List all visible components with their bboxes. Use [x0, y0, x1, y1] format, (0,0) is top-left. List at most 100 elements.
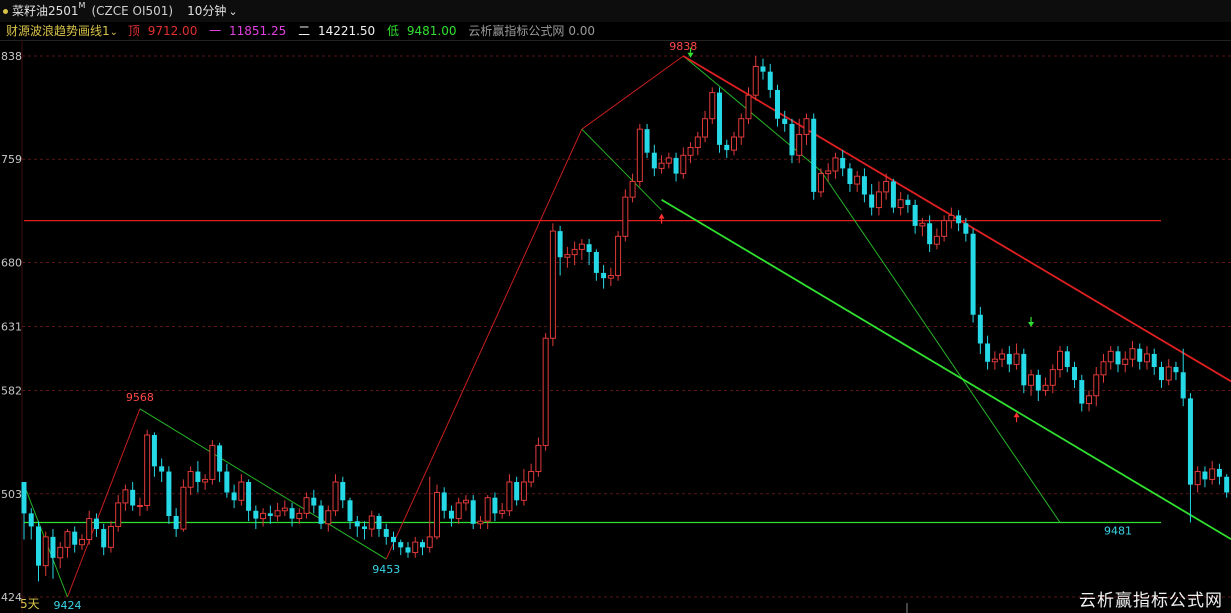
- candle-body-up: [296, 512, 303, 520]
- indicator-label: 二: [298, 24, 311, 38]
- candle-body-up: [107, 525, 114, 548]
- indicator-chevron-down-icon[interactable]: ⌄: [110, 27, 118, 38]
- candle-body-up: [999, 353, 1006, 360]
- indicator-name[interactable]: 财源波浪趋势画线1: [6, 24, 110, 38]
- candle-body-up: [274, 510, 281, 517]
- period-selector[interactable]: 10分钟: [187, 0, 226, 22]
- indicator-value: 9712.00: [147, 24, 198, 38]
- wave-down-line: [139, 408, 387, 560]
- wave-up-line: [67, 408, 141, 598]
- candle-body-up: [499, 510, 506, 514]
- candle-body-down: [840, 157, 846, 169]
- candle-body-down: [441, 492, 447, 511]
- candle-body-down: [1180, 372, 1186, 399]
- candle-body-up: [520, 481, 527, 501]
- chevron-down-icon[interactable]: ⌄: [228, 1, 237, 23]
- candle-body-up: [832, 157, 839, 172]
- watermark-text: 云析赢指标公式网: [1079, 591, 1223, 611]
- candle-body-up: [64, 531, 71, 548]
- candle-body-up: [615, 235, 622, 277]
- indicator-item-one: 一 11851.25: [209, 24, 290, 38]
- candle-body-up: [122, 489, 129, 504]
- candle-body-up: [883, 180, 890, 193]
- indicator-label: 低: [387, 24, 400, 38]
- candle-body-down: [195, 471, 201, 483]
- candle-body-down: [35, 526, 41, 566]
- candle-body-down: [717, 92, 723, 145]
- candle-body-down: [557, 231, 563, 258]
- candle-body-down: [760, 66, 766, 72]
- candle-body-up: [694, 136, 701, 148]
- indicator-item-top: 顶 9712.00: [128, 24, 201, 38]
- candle-body-up: [1129, 348, 1136, 360]
- candle-body-down: [340, 482, 346, 501]
- candle-body-up: [897, 199, 904, 209]
- candle-body-up: [875, 191, 882, 209]
- candle-body-down: [673, 157, 679, 174]
- candle-body-down: [1006, 353, 1012, 365]
- candle-body-up: [658, 162, 665, 169]
- candle-body-down: [651, 152, 657, 169]
- indicator-value: 11851.25: [229, 24, 287, 38]
- candle-body-up: [136, 505, 143, 508]
- candle-body-up: [1143, 353, 1150, 363]
- candle-body-down: [644, 129, 650, 153]
- candle-body-up: [1049, 369, 1056, 386]
- candle-body-down: [72, 531, 78, 545]
- symbol-name[interactable]: 菜籽油2501: [12, 0, 79, 22]
- candle-body-up: [948, 214, 955, 222]
- candle-body-up: [426, 536, 433, 548]
- candle-body-up: [202, 478, 209, 483]
- candle-body-up: [332, 481, 339, 512]
- candle-body-up: [549, 230, 556, 339]
- indicator-item-low: 低 9481.00: [387, 24, 460, 38]
- candle-body-down: [905, 199, 911, 205]
- candle-body-up: [187, 471, 194, 488]
- downtrend-support-line: [661, 198, 1231, 540]
- y-tick-label: 424: [1, 591, 22, 604]
- candle-body-down: [1072, 367, 1078, 381]
- candle-body-up: [709, 92, 716, 120]
- candle-body-down: [448, 510, 454, 519]
- candle-body-down: [347, 500, 353, 522]
- candle-body-down: [782, 118, 788, 124]
- candlestick-chart[interactable]: 838 759 680 631 582 503 424 9568 9453 9424 9838 948…: [0, 40, 1231, 613]
- candle-body-down: [1158, 367, 1164, 381]
- candle-body-down: [977, 314, 983, 344]
- candle-body-up: [115, 502, 122, 527]
- main-contract-badge: M: [78, 1, 86, 10]
- candle-body-down: [963, 223, 969, 234]
- candle-body-down: [21, 482, 27, 514]
- candle-body-down: [1173, 367, 1179, 373]
- candle-body-down: [419, 542, 425, 548]
- candle-body-up: [665, 157, 672, 164]
- candle-body-down: [224, 471, 230, 493]
- candle-body-up: [1122, 358, 1129, 365]
- candle-body-down: [912, 204, 918, 226]
- candle-body-up: [680, 154, 687, 175]
- candle-body-up: [1013, 353, 1020, 365]
- candle-body-down: [492, 497, 498, 514]
- x-axis-label: 5天: [20, 597, 40, 611]
- candle-body-down: [601, 272, 607, 279]
- candle-body-down: [956, 215, 962, 224]
- contract-code: (CZCE OI501): [91, 4, 174, 18]
- candle-body-down: [311, 497, 317, 506]
- candle-body-down: [166, 471, 172, 516]
- candle-body-down: [811, 118, 817, 192]
- candle-body-down: [383, 529, 389, 537]
- candle-body-down: [774, 89, 780, 119]
- candle-body-down: [985, 343, 991, 362]
- indicator-value: 14221.50: [317, 24, 376, 38]
- candle-body-down: [289, 508, 295, 519]
- candle-body-up: [477, 520, 484, 525]
- y-tick-label: 759: [1, 153, 22, 166]
- candle-body-down: [1035, 374, 1041, 391]
- candle-body-down: [1216, 468, 1222, 477]
- candle-body-up: [180, 486, 187, 530]
- candle-body-down: [593, 252, 599, 273]
- candle-body-up: [455, 502, 462, 520]
- candle-body-up: [933, 235, 940, 245]
- candle-body-down: [231, 492, 237, 501]
- candle-body-down: [267, 513, 273, 516]
